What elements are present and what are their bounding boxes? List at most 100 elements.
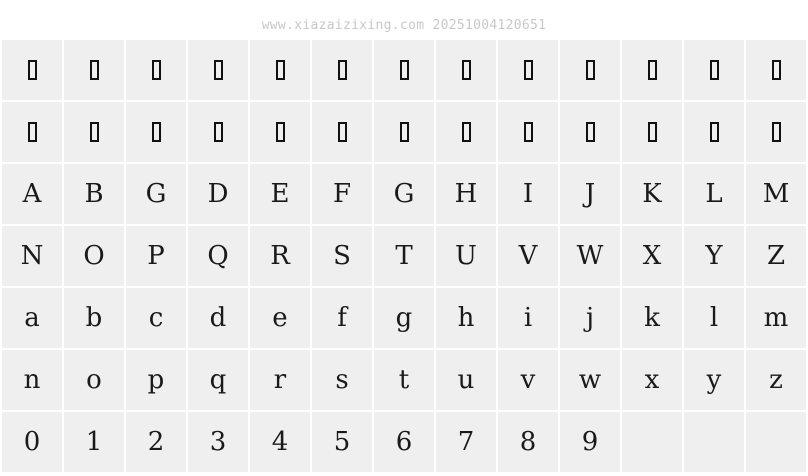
missing-glyph-box: [585, 60, 595, 80]
glyph-cell: F: [312, 164, 372, 224]
glyph-cell: E: [250, 164, 310, 224]
empty-cell: [746, 412, 806, 472]
glyph-cell: o: [64, 350, 124, 410]
missing-glyph-box: [337, 122, 347, 142]
glyph-cell: h: [436, 288, 496, 348]
missing-glyph-box: [585, 122, 595, 142]
glyph-cell: z: [746, 350, 806, 410]
missing-glyph-box: [399, 122, 409, 142]
missing-glyph-box: [647, 122, 657, 142]
glyph-cell: f: [312, 288, 372, 348]
glyph-cell: [560, 40, 620, 100]
glyph-cell: U: [436, 226, 496, 286]
glyph-cell: j: [560, 288, 620, 348]
glyph-char: m: [763, 303, 789, 333]
glyph-cell: 1: [64, 412, 124, 472]
glyph-cell: J: [560, 164, 620, 224]
missing-glyph-box: [27, 60, 37, 80]
missing-glyph-box: [771, 122, 781, 142]
missing-glyph-box: [213, 60, 223, 80]
glyph-char: R: [270, 241, 290, 271]
missing-glyph-box: [771, 60, 781, 80]
glyph-cell: x: [622, 350, 682, 410]
missing-glyph-box: [151, 122, 161, 142]
glyph-cell: G: [126, 164, 186, 224]
glyph-char: Z: [766, 241, 786, 271]
glyph-char: 2: [147, 427, 165, 457]
missing-glyph-box: [523, 60, 533, 80]
glyph-char: t: [398, 365, 410, 395]
glyph-cell: [64, 40, 124, 100]
missing-glyph-box: [151, 60, 161, 80]
glyph-cell: T: [374, 226, 434, 286]
glyph-char: v: [520, 365, 536, 395]
glyph-cell: [746, 102, 806, 162]
glyph-char: V: [518, 241, 538, 271]
glyph-cell: [312, 102, 372, 162]
glyph-cell: [684, 40, 744, 100]
glyph-cell: b: [64, 288, 124, 348]
glyph-char: H: [454, 179, 478, 209]
glyph-cell: q: [188, 350, 248, 410]
glyph-cell: l: [684, 288, 744, 348]
glyph-cell: a: [2, 288, 62, 348]
missing-glyph-box: [523, 122, 533, 142]
glyph-char: D: [207, 179, 229, 209]
glyph-cell: [436, 40, 496, 100]
glyph-cell: 4: [250, 412, 310, 472]
glyph-cell: 2: [126, 412, 186, 472]
glyph-cell: 9: [560, 412, 620, 472]
glyph-char: 6: [395, 427, 413, 457]
character-grid: A B G D E F G H I J K L M N O P Q R S T U V W X Y Za b c d e f g h i j k l m n…: [2, 40, 808, 472]
glyph-char: X: [642, 241, 662, 271]
glyph-cell: [622, 102, 682, 162]
glyph-char: n: [23, 365, 41, 395]
glyph-cell: H: [436, 164, 496, 224]
glyph-cell: [622, 40, 682, 100]
glyph-char: 4: [271, 427, 289, 457]
glyph-char: 8: [519, 427, 537, 457]
glyph-cell: A: [2, 164, 62, 224]
glyph-char: d: [209, 303, 227, 333]
glyph-char: G: [145, 179, 167, 209]
glyph-char: J: [584, 179, 596, 209]
glyph-cell: G: [374, 164, 434, 224]
glyph-cell: [436, 102, 496, 162]
glyph-char: i: [523, 303, 533, 333]
empty-cell: [622, 412, 682, 472]
glyph-cell: g: [374, 288, 434, 348]
glyph-char: O: [83, 241, 105, 271]
glyph-char: T: [395, 241, 413, 271]
glyph-cell: t: [374, 350, 434, 410]
glyph-cell: k: [622, 288, 682, 348]
glyph-char: 9: [581, 427, 599, 457]
glyph-char: h: [457, 303, 475, 333]
missing-glyph-box: [709, 60, 719, 80]
missing-glyph-box: [399, 60, 409, 80]
glyph-char: q: [209, 365, 227, 395]
glyph-cell: S: [312, 226, 372, 286]
glyph-cell: [188, 40, 248, 100]
glyph-char: x: [644, 365, 660, 395]
glyph-cell: 3: [188, 412, 248, 472]
glyph-char: Q: [207, 241, 229, 271]
glyph-char: 0: [23, 427, 41, 457]
glyph-cell: [2, 40, 62, 100]
glyph-cell: B: [64, 164, 124, 224]
missing-glyph-box: [275, 60, 285, 80]
missing-glyph-box: [709, 122, 719, 142]
glyph-cell: 6: [374, 412, 434, 472]
glyph-char: S: [333, 241, 351, 271]
glyph-char: L: [705, 179, 723, 209]
glyph-cell: v: [498, 350, 558, 410]
missing-glyph-box: [647, 60, 657, 80]
glyph-cell: N: [2, 226, 62, 286]
glyph-cell: X: [622, 226, 682, 286]
glyph-cell: 7: [436, 412, 496, 472]
glyph-cell: u: [436, 350, 496, 410]
glyph-cell: [250, 40, 310, 100]
glyph-cell: W: [560, 226, 620, 286]
missing-glyph-box: [275, 122, 285, 142]
glyph-cell: s: [312, 350, 372, 410]
glyph-cell: d: [188, 288, 248, 348]
